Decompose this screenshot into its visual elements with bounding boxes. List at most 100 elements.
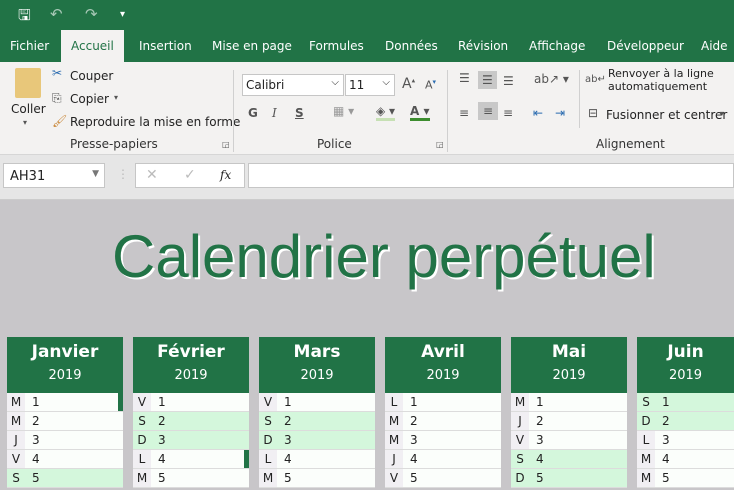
underline-button[interactable]: S: [295, 106, 304, 120]
cancel-icon[interactable]: ✕: [146, 167, 158, 183]
copy-button[interactable]: Copier: [70, 92, 109, 106]
font-name-select[interactable]: Calibri ⌵: [242, 74, 344, 96]
month-juin: Juin 2019 S 1 D 2 L 3 M 4 M 5: [637, 337, 734, 488]
tab-insertion[interactable]: Insertion: [129, 30, 202, 62]
tab-affichage[interactable]: Affichage: [519, 30, 595, 62]
month-name[interactable]: Mai: [511, 337, 627, 368]
undo-icon[interactable]: ↶: [50, 5, 63, 23]
tab-mise-en-page[interactable]: Mise en page: [202, 30, 302, 62]
day-row[interactable]: V4: [7, 450, 123, 469]
paste-icon[interactable]: [15, 68, 41, 98]
month-header: Avril 2019: [385, 337, 501, 393]
name-box[interactable]: AH31 ▼: [3, 163, 105, 188]
day-row[interactable]: S2: [259, 412, 375, 431]
month-name[interactable]: Février: [133, 337, 249, 368]
align-middle-icon[interactable]: ☰: [478, 71, 497, 89]
align-bottom-icon[interactable]: ☰: [503, 74, 514, 88]
insert-function-icon[interactable]: fx: [220, 168, 231, 182]
tab-aide[interactable]: Aide: [691, 30, 734, 62]
day-row[interactable]: L4: [259, 450, 375, 469]
month-header: Juin 2019: [637, 337, 734, 393]
day-row[interactable]: S5: [7, 469, 123, 488]
tab-accueil[interactable]: Accueil: [61, 30, 124, 62]
tab-formules[interactable]: Formules: [299, 30, 374, 62]
month-name[interactable]: Avril: [385, 337, 501, 368]
tab-fichier[interactable]: Fichier: [0, 30, 59, 62]
tab-developpeur[interactable]: Développeur: [597, 30, 694, 62]
day-row[interactable]: D5: [511, 469, 627, 488]
day-row[interactable]: J2: [511, 412, 627, 431]
day-row[interactable]: D3: [133, 431, 249, 450]
month-name[interactable]: Mars: [259, 337, 375, 368]
month-header: Mars 2019: [259, 337, 375, 393]
customize-qat-icon[interactable]: ▾: [120, 9, 125, 20]
day-row[interactable]: M3: [385, 431, 501, 450]
month-year[interactable]: 2019: [133, 368, 249, 383]
day-row[interactable]: M2: [7, 412, 123, 431]
day-row[interactable]: M1: [511, 393, 627, 412]
align-left-icon[interactable]: ≡: [459, 106, 469, 120]
day-row[interactable]: M4: [637, 450, 734, 469]
month-year[interactable]: 2019: [511, 368, 627, 383]
cut-button[interactable]: Couper: [70, 69, 113, 83]
align-center-icon[interactable]: ≡: [478, 102, 499, 120]
font-size-select[interactable]: 11 ⌵: [345, 74, 395, 96]
day-row[interactable]: V1: [259, 393, 375, 412]
wrap-text-button[interactable]: Renvoyer à la ligne automatiquement: [608, 67, 728, 93]
copy-dropdown-icon[interactable]: ▾: [114, 93, 118, 102]
weekday: L: [259, 450, 277, 468]
dialog-launcher-icon[interactable]: ◲: [436, 140, 444, 149]
grow-font-icon[interactable]: A▴: [402, 76, 415, 92]
day-row[interactable]: J4: [385, 450, 501, 469]
day-row[interactable]: V3: [511, 431, 627, 450]
shrink-font-icon[interactable]: A▾: [425, 78, 436, 92]
italic-button[interactable]: I: [272, 106, 277, 120]
redo-icon[interactable]: ↷: [85, 5, 98, 23]
day-row[interactable]: V5: [385, 469, 501, 488]
paste-button[interactable]: Coller: [11, 102, 46, 116]
day-row[interactable]: M5: [133, 469, 249, 488]
day-row[interactable]: D3: [259, 431, 375, 450]
tab-revision[interactable]: Révision: [448, 30, 518, 62]
enter-icon[interactable]: ✓: [184, 167, 196, 183]
month-year[interactable]: 2019: [637, 368, 734, 383]
day-row[interactable]: D2: [637, 412, 734, 431]
merge-dropdown-icon[interactable]: ▾: [720, 109, 724, 118]
day-row[interactable]: M5: [637, 469, 734, 488]
paste-dropdown-icon[interactable]: ▾: [23, 118, 27, 127]
tab-donnees[interactable]: Données: [375, 30, 448, 62]
formula-input[interactable]: [248, 163, 734, 188]
day-row[interactable]: M1: [7, 393, 123, 412]
increase-indent-icon[interactable]: ⇥: [555, 106, 565, 120]
day-row[interactable]: L3: [637, 431, 734, 450]
day-row[interactable]: L4: [133, 450, 249, 469]
month-name[interactable]: Juin: [637, 337, 734, 368]
day-row[interactable]: L1: [385, 393, 501, 412]
day-row[interactable]: M5: [259, 469, 375, 488]
day-row[interactable]: M2: [385, 412, 501, 431]
day-row[interactable]: S4: [511, 450, 627, 469]
chevron-down-icon: ⌵: [382, 77, 390, 88]
day-number: 3: [158, 433, 166, 447]
save-icon[interactable]: 🖫: [18, 5, 31, 30]
orientation-icon[interactable]: ab↗ ▾: [534, 72, 569, 86]
bold-button[interactable]: G: [248, 106, 258, 120]
decrease-indent-icon[interactable]: ⇤: [533, 106, 543, 120]
month-name[interactable]: Janvier: [7, 337, 123, 368]
fill-color-icon[interactable]: ◈ ▾: [376, 104, 396, 121]
format-painter-button[interactable]: Reproduire la mise en forme: [70, 115, 240, 129]
day-row[interactable]: S2: [133, 412, 249, 431]
font-color-icon[interactable]: A ▾: [410, 104, 430, 121]
merge-center-button[interactable]: Fusionner et centrer: [606, 108, 727, 122]
day-row[interactable]: J3: [7, 431, 123, 450]
dialog-launcher-icon[interactable]: ◲: [222, 140, 230, 149]
day-row[interactable]: S1: [637, 393, 734, 412]
worksheet[interactable]: Calendrier perpétuel Janvier 2019 M 1 M 2 J 3 V 4…: [0, 200, 734, 490]
align-right-icon[interactable]: ≡: [503, 106, 513, 120]
month-year[interactable]: 2019: [7, 368, 123, 383]
borders-icon[interactable]: ▦ ▾: [333, 104, 354, 118]
day-row[interactable]: V1: [133, 393, 249, 412]
align-top-icon[interactable]: ☰: [459, 71, 470, 85]
month-year[interactable]: 2019: [385, 368, 501, 383]
month-year[interactable]: 2019: [259, 368, 375, 383]
